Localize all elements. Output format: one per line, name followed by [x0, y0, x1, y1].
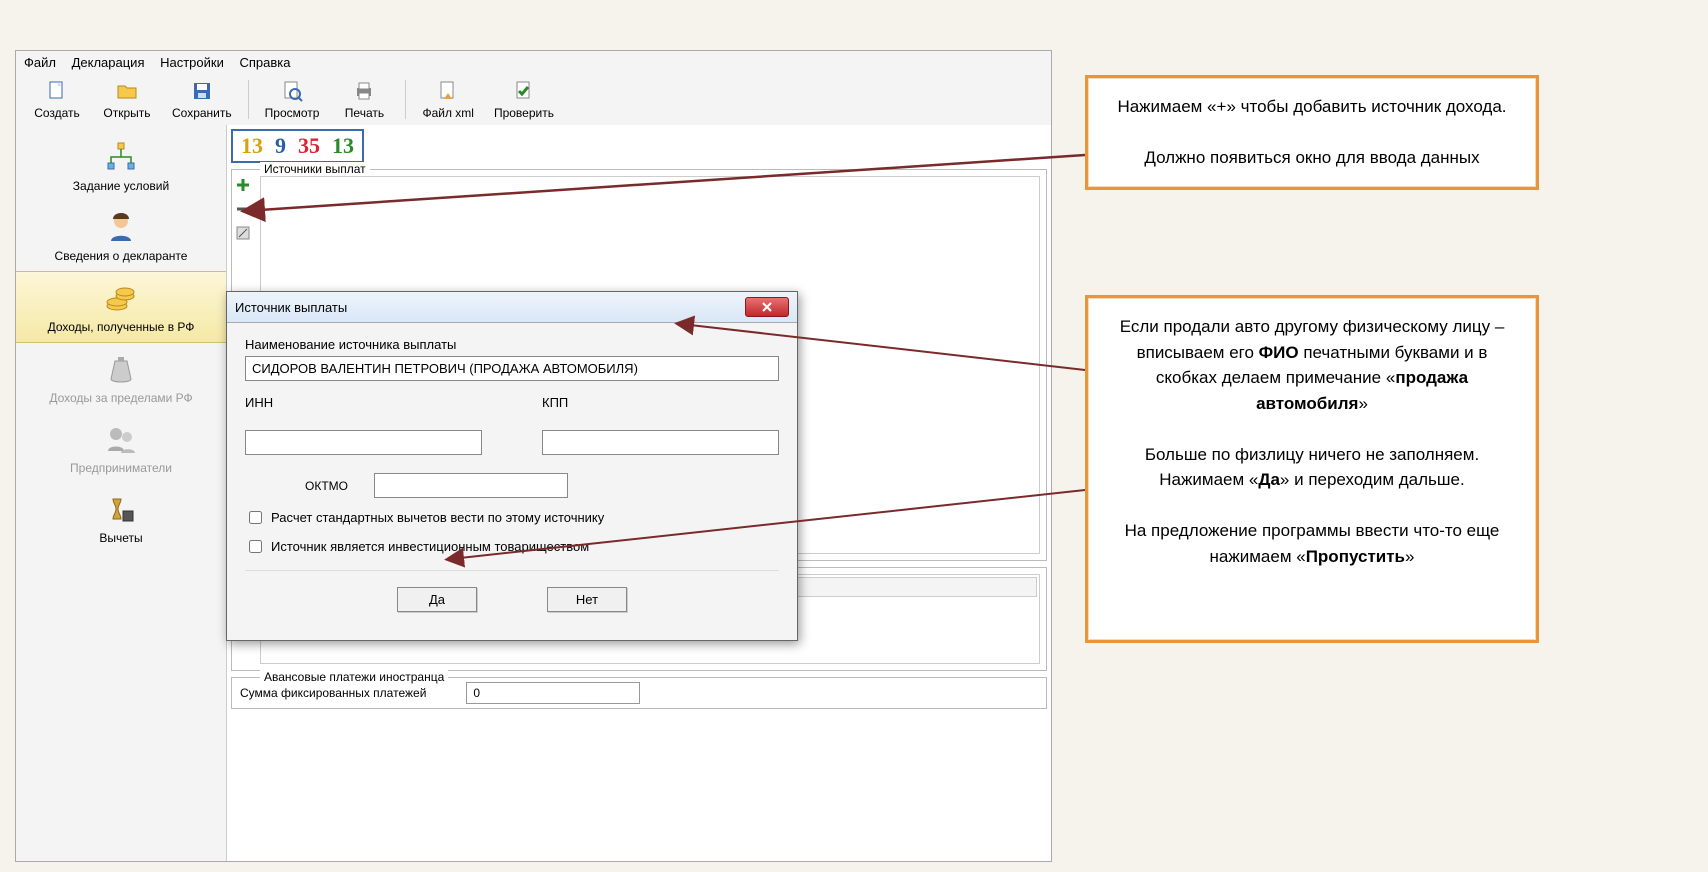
callout1-line1: Нажимаем «+» чтобы добавить источник дох… — [1112, 94, 1512, 120]
callout1-line2: Должно появиться окно для ввода данных — [1112, 145, 1512, 171]
edit-source-button[interactable] — [234, 224, 252, 242]
folder-open-icon — [115, 79, 139, 103]
advance-group: Авансовые платежи иностранца Сумма фикси… — [231, 677, 1047, 709]
advance-label: Сумма фиксированных платежей — [240, 686, 426, 700]
xml-label: Файл xml — [422, 106, 474, 120]
inn-input[interactable] — [245, 430, 482, 455]
sidebar-label: Задание условий — [73, 179, 169, 193]
annotation-callout-2: Если продали авто другому физическому ли… — [1085, 295, 1539, 643]
sidebar-item-deductions[interactable]: Вычеты — [16, 483, 226, 553]
menu-settings[interactable]: Настройки — [160, 55, 224, 70]
dialog-titlebar: Источник выплаты — [227, 292, 797, 323]
chk2-label: Источник является инвестиционным товарищ… — [271, 539, 589, 554]
xml-button[interactable]: Файл xml — [412, 76, 484, 123]
open-button[interactable]: Открыть — [92, 76, 162, 123]
app-window: Файл Декларация Настройки Справка Создат… — [15, 50, 1052, 862]
sidebar-item-declarant[interactable]: Сведения о декларанте — [16, 201, 226, 271]
sidebar: Задание условий Сведения о декларанте До… — [16, 125, 227, 861]
plus-icon — [235, 177, 251, 193]
sidebar-item-income-abroad: Доходы за пределами РФ — [16, 343, 226, 413]
vase-calc-icon — [103, 491, 139, 527]
add-source-button[interactable] — [234, 176, 252, 194]
callout2-p2: Больше по физлицу ничего не заполняем. Н… — [1112, 442, 1512, 493]
create-label: Создать — [34, 106, 80, 120]
menu-declaration[interactable]: Декларация — [72, 55, 145, 70]
kpp-label: КПП — [542, 395, 779, 410]
toolbar: Создать Открыть Сохранить Просмотр Печат… — [16, 74, 1051, 125]
tree-icon — [103, 139, 139, 175]
standard-deductions-checkbox[interactable] — [249, 511, 262, 524]
save-label: Сохранить — [172, 106, 232, 120]
menubar: Файл Декларация Настройки Справка — [16, 51, 1051, 74]
person-icon — [103, 209, 139, 245]
callout2-p1: Если продали авто другому физическому ли… — [1112, 314, 1512, 416]
preview-icon — [280, 79, 304, 103]
preview-label: Просмотр — [265, 106, 320, 120]
save-button[interactable]: Сохранить — [162, 76, 242, 123]
people-icon — [103, 421, 139, 457]
sidebar-item-entrepreneurs: Предприниматели — [16, 413, 226, 483]
yes-button[interactable]: Да — [397, 587, 477, 612]
kpp-input[interactable] — [542, 430, 779, 455]
preview-button[interactable]: Просмотр — [255, 76, 330, 123]
sidebar-label: Сведения о декларанте — [55, 249, 188, 263]
print-button[interactable]: Печать — [329, 76, 399, 123]
investment-partnership-checkbox[interactable] — [249, 540, 262, 553]
advance-title: Авансовые платежи иностранца — [260, 670, 448, 684]
sidebar-label: Предприниматели — [70, 461, 172, 475]
menu-help[interactable]: Справка — [239, 55, 290, 70]
advance-input[interactable] — [466, 682, 640, 704]
check-button[interactable]: Проверить — [484, 76, 564, 123]
oktmo-label: ОКТМО — [305, 479, 348, 493]
save-icon — [190, 79, 214, 103]
open-label: Открыть — [103, 106, 150, 120]
annotation-callout-1: Нажимаем «+» чтобы добавить источник дох… — [1085, 75, 1539, 190]
sidebar-label: Доходы за пределами РФ — [49, 391, 192, 405]
dialog-title: Источник выплаты — [235, 300, 347, 315]
sidebar-item-conditions[interactable]: Задание условий — [16, 131, 226, 201]
coins-icon — [103, 280, 139, 316]
callout2-p3: На предложение программы ввести что-то е… — [1112, 518, 1512, 569]
rate-tab-13-green[interactable]: 13 — [326, 133, 360, 159]
oktmo-input[interactable] — [374, 473, 568, 498]
inn-label: ИНН — [245, 395, 482, 410]
rate-tab-35[interactable]: 35 — [292, 133, 326, 159]
source-name-label: Наименование источника выплаты — [245, 337, 779, 352]
create-button[interactable]: Создать — [22, 76, 92, 123]
check-label: Проверить — [494, 106, 554, 120]
new-file-icon — [45, 79, 69, 103]
sources-title: Источники выплат — [260, 162, 370, 176]
sidebar-item-income-rf[interactable]: Доходы, полученные в РФ — [16, 271, 226, 343]
money-bag-icon — [103, 351, 139, 387]
xml-file-icon — [436, 79, 460, 103]
check-icon — [512, 79, 536, 103]
minus-icon — [235, 201, 251, 217]
rate-tab-9[interactable]: 9 — [269, 133, 292, 159]
edit-icon — [235, 225, 251, 241]
source-name-input[interactable] — [245, 356, 779, 381]
sidebar-label: Вычеты — [99, 531, 142, 545]
print-label: Печать — [345, 106, 384, 120]
menu-file[interactable]: Файл — [24, 55, 56, 70]
rate-tabs: 13 9 35 13 — [231, 129, 364, 163]
print-icon — [352, 79, 376, 103]
chk1-label: Расчет стандартных вычетов вести по этом… — [271, 510, 604, 525]
close-icon — [761, 302, 773, 312]
source-dialog: Источник выплаты Наименование источника … — [226, 291, 798, 641]
sidebar-label: Доходы, полученные в РФ — [48, 320, 195, 334]
dialog-close-button[interactable] — [745, 297, 789, 317]
rate-tab-13-yellow[interactable]: 13 — [235, 133, 269, 159]
no-button[interactable]: Нет — [547, 587, 627, 612]
remove-source-button[interactable] — [234, 200, 252, 218]
